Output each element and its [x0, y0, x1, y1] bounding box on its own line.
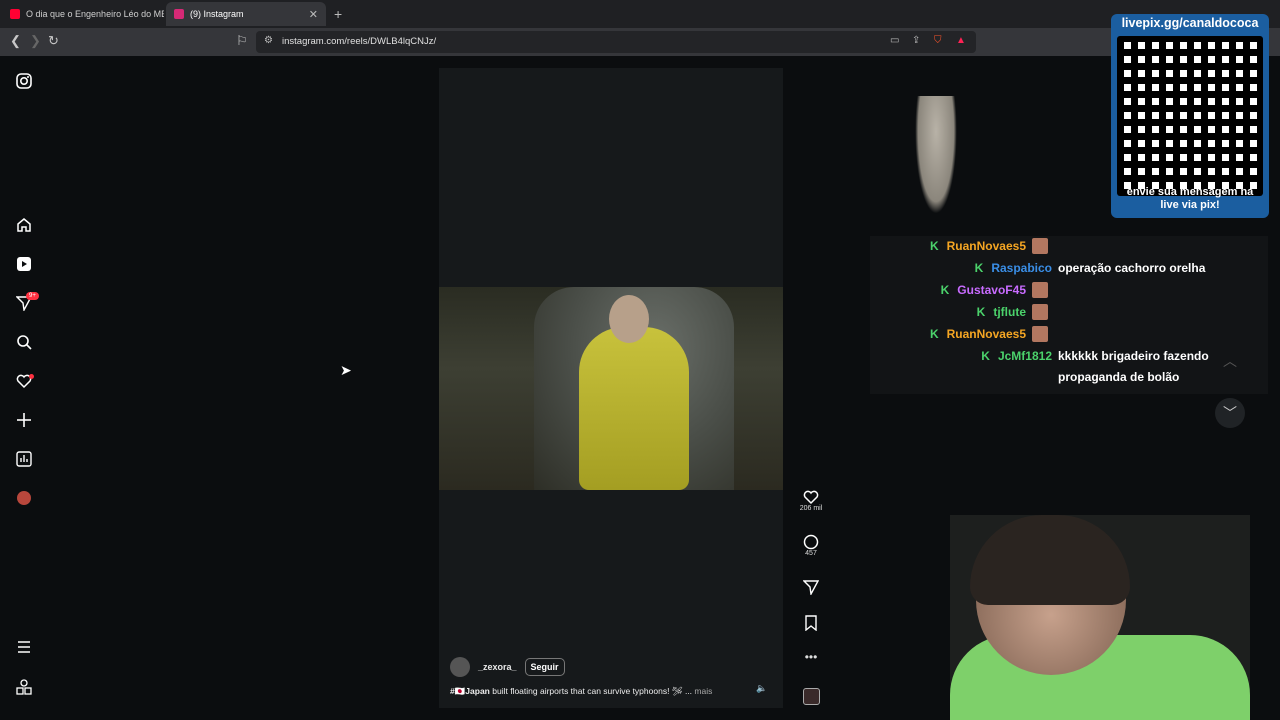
likes-count: 206 mil — [799, 505, 823, 512]
close-tab-icon[interactable]: ✕ — [309, 8, 318, 21]
follow-button[interactable]: Seguir — [524, 658, 565, 676]
video-figure-head — [609, 295, 649, 343]
scroll-down-icon[interactable]: ﹀ — [1215, 398, 1245, 428]
search-icon[interactable] — [15, 333, 33, 351]
chat-message: K RuanNovaes5 — [930, 236, 1048, 257]
like-button[interactable]: 206 mil — [799, 489, 823, 512]
share-button[interactable] — [799, 579, 823, 595]
more-apps-icon[interactable] — [15, 678, 33, 696]
reload-icon[interactable]: ↻ — [48, 33, 59, 49]
comment-icon — [803, 534, 819, 550]
send-icon — [803, 580, 819, 595]
rewards-icon[interactable]: ▲ — [956, 35, 966, 46]
qr-footer: envie sua mensagem na live via pix! — [1111, 186, 1269, 212]
reel-author: _zexora_ Seguir — [450, 657, 565, 677]
address-bar[interactable]: ⚙ instagram.com/reels/DWLB4lqCNJz/ ▭ ⇪ ⛉… — [256, 31, 976, 53]
author-username[interactable]: _zexora_ — [478, 662, 517, 672]
youtube-icon — [10, 9, 20, 19]
emote-icon — [1032, 238, 1048, 254]
reel-caption: #🇯🇵Japan built floating airports that ca… — [450, 686, 712, 697]
emote-icon — [1032, 326, 1048, 342]
notification-badge: 9+ — [26, 292, 39, 300]
chat-message: K GustavoF45 — [941, 280, 1048, 301]
url-text: instagram.com/reels/DWLB4lqCNJz/ — [282, 36, 437, 47]
bookmark-save-icon — [805, 615, 817, 631]
kick-badge-icon: K — [940, 283, 950, 297]
cast-icon[interactable]: ▭ — [890, 35, 899, 46]
audio-thumbnail[interactable] — [803, 688, 820, 705]
chat-message: K tjflute — [977, 302, 1048, 323]
browser-tab-bar: O dia que o Engenheiro Léo do MBL (9) In… — [0, 0, 1280, 28]
qr-footer-line1: envie sua mensagem na — [1126, 186, 1254, 198]
tab-title: (9) Instagram — [190, 9, 244, 19]
comment-button[interactable]: 457 — [799, 534, 823, 557]
instagram-logo-icon[interactable] — [15, 72, 33, 90]
notification-dot — [29, 374, 34, 379]
back-icon[interactable]: ❮ — [10, 33, 21, 49]
author-avatar[interactable] — [450, 657, 470, 677]
new-tab-button[interactable]: + — [334, 6, 342, 22]
caption-more-link[interactable]: mais — [692, 686, 712, 696]
bookmark-icon[interactable]: ⚐ — [236, 33, 248, 49]
tab-title: O dia que o Engenheiro Léo do MBL — [26, 9, 164, 19]
chat-user: tjflute — [993, 305, 1026, 319]
streamer-webcam — [950, 515, 1250, 720]
menu-icon[interactable] — [15, 638, 33, 656]
chat-message: K Raspabico operação cachorro orelha — [975, 258, 1268, 279]
heart-icon — [803, 490, 819, 505]
chat-message: K RuanNovaes5 — [930, 324, 1048, 345]
kick-badge-icon: K — [929, 327, 939, 341]
save-button[interactable] — [799, 615, 823, 631]
livepix-qr-panel: livepix.gg/canaldococa envie sua mensage… — [1111, 14, 1269, 218]
profile-avatar[interactable] — [15, 489, 33, 507]
chat-user: Raspabico — [991, 261, 1052, 275]
reel-video[interactable] — [439, 287, 783, 490]
emote-icon — [1032, 282, 1048, 298]
qr-title: livepix.gg/canaldococa — [1121, 16, 1259, 30]
dancing-cat-gif — [915, 96, 957, 214]
create-plus-icon[interactable] — [15, 411, 33, 429]
chat-user: GustavoF45 — [957, 283, 1026, 297]
kick-badge-icon: K — [981, 349, 990, 363]
home-icon[interactable] — [15, 216, 33, 234]
webcam-hair — [970, 515, 1130, 605]
stream-chat: K RuanNovaes5 K Raspabico operação cacho… — [870, 236, 1268, 394]
volume-icon[interactable]: 🔈 — [756, 683, 767, 694]
comments-count: 457 — [805, 550, 817, 557]
chat-user: RuanNovaes5 — [946, 239, 1026, 253]
qr-footer-line2: live via pix! — [1160, 199, 1220, 211]
emote-icon — [1032, 304, 1048, 320]
tab-youtube[interactable]: O dia que o Engenheiro Léo do MBL — [2, 2, 164, 26]
mouse-cursor-icon: ➤ — [340, 362, 352, 378]
instagram-favicon-icon — [174, 9, 184, 19]
chat-text: operação cachorro orelha — [1058, 261, 1206, 275]
caption-text: built floating airports that can survive… — [489, 686, 693, 696]
share-icon[interactable]: ⇪ — [912, 35, 920, 46]
reels-icon[interactable] — [15, 255, 33, 273]
chat-user: RuanNovaes5 — [946, 327, 1026, 341]
chat-user: JcMf1812 — [997, 349, 1052, 363]
video-figure — [579, 327, 689, 490]
dashboard-icon[interactable] — [15, 450, 33, 468]
kick-badge-icon: K — [929, 239, 939, 253]
site-info-icon[interactable]: ⚙ — [264, 35, 273, 46]
kick-badge-icon: K — [974, 261, 984, 275]
qr-code — [1117, 36, 1263, 196]
brave-shield-icon[interactable]: ⛉ — [934, 35, 942, 46]
forward-icon[interactable]: ❯ — [30, 33, 41, 49]
kick-badge-icon: K — [976, 305, 986, 319]
scroll-up-icon[interactable]: ︿ — [1215, 346, 1245, 376]
browser-toolbar: ❮ ❯ ↻ ⚐ ⚙ instagram.com/reels/DWLB4lqCNJ… — [0, 28, 1280, 56]
more-options-icon[interactable]: ••• — [799, 650, 823, 664]
caption-hashtag[interactable]: #🇯🇵Japan — [450, 686, 490, 696]
tab-instagram[interactable]: (9) Instagram ✕ — [166, 2, 326, 26]
